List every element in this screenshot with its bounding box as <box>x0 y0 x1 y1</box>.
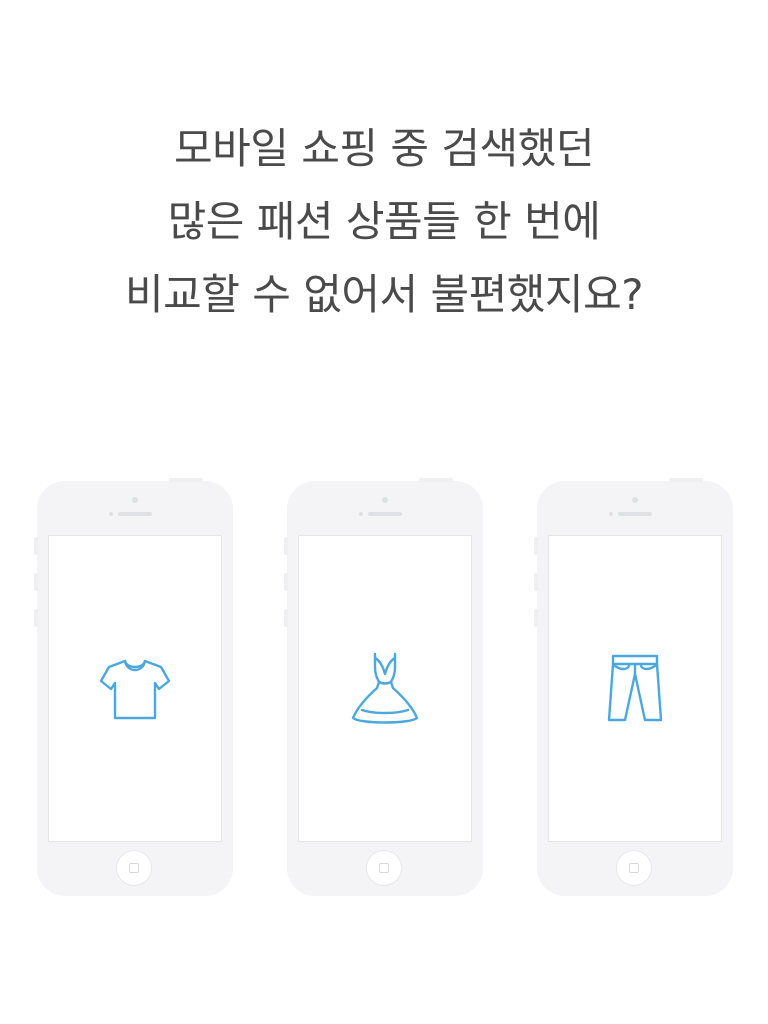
headline-line-3: 비교할 수 없어서 불편했지요? <box>124 270 644 319</box>
mute-switch <box>34 537 38 555</box>
headline-line-1: 모바일 쇼핑 중 검색했던 <box>174 124 594 173</box>
volume-down-button <box>34 609 38 627</box>
phone-mockup-pants <box>534 478 733 896</box>
speaker-grille <box>118 512 152 516</box>
speaker-grille <box>368 512 402 516</box>
phone-screen <box>48 535 222 842</box>
home-button <box>366 850 402 886</box>
phone-screen <box>548 535 722 842</box>
camera-icon <box>632 497 638 503</box>
volume-up-button <box>534 573 538 591</box>
phone-screen <box>298 535 472 842</box>
pants-icon <box>607 654 663 724</box>
power-button <box>169 478 203 482</box>
phone-mockup-tshirt <box>34 478 233 896</box>
speaker-grille <box>618 512 652 516</box>
home-button <box>116 850 152 886</box>
headline: 모바일 쇼핑 중 검색했던 많은 패션 상품들 한 번에 비교할 수 없어서 불… <box>0 112 768 331</box>
headline-line-2: 많은 패션 상품들 한 번에 <box>167 197 601 246</box>
power-button <box>419 478 453 482</box>
volume-down-button <box>534 609 538 627</box>
tshirt-icon <box>99 657 171 721</box>
volume-up-button <box>284 573 288 591</box>
sensor-dot <box>609 512 613 516</box>
volume-up-button <box>34 573 38 591</box>
volume-down-button <box>284 609 288 627</box>
sensor-dot <box>109 512 113 516</box>
mute-switch <box>284 537 288 555</box>
home-button <box>616 850 652 886</box>
dress-icon <box>350 652 420 726</box>
phone-mockup-dress <box>284 478 483 896</box>
mute-switch <box>534 537 538 555</box>
camera-icon <box>132 497 138 503</box>
sensor-dot <box>359 512 363 516</box>
camera-icon <box>382 497 388 503</box>
power-button <box>669 478 703 482</box>
